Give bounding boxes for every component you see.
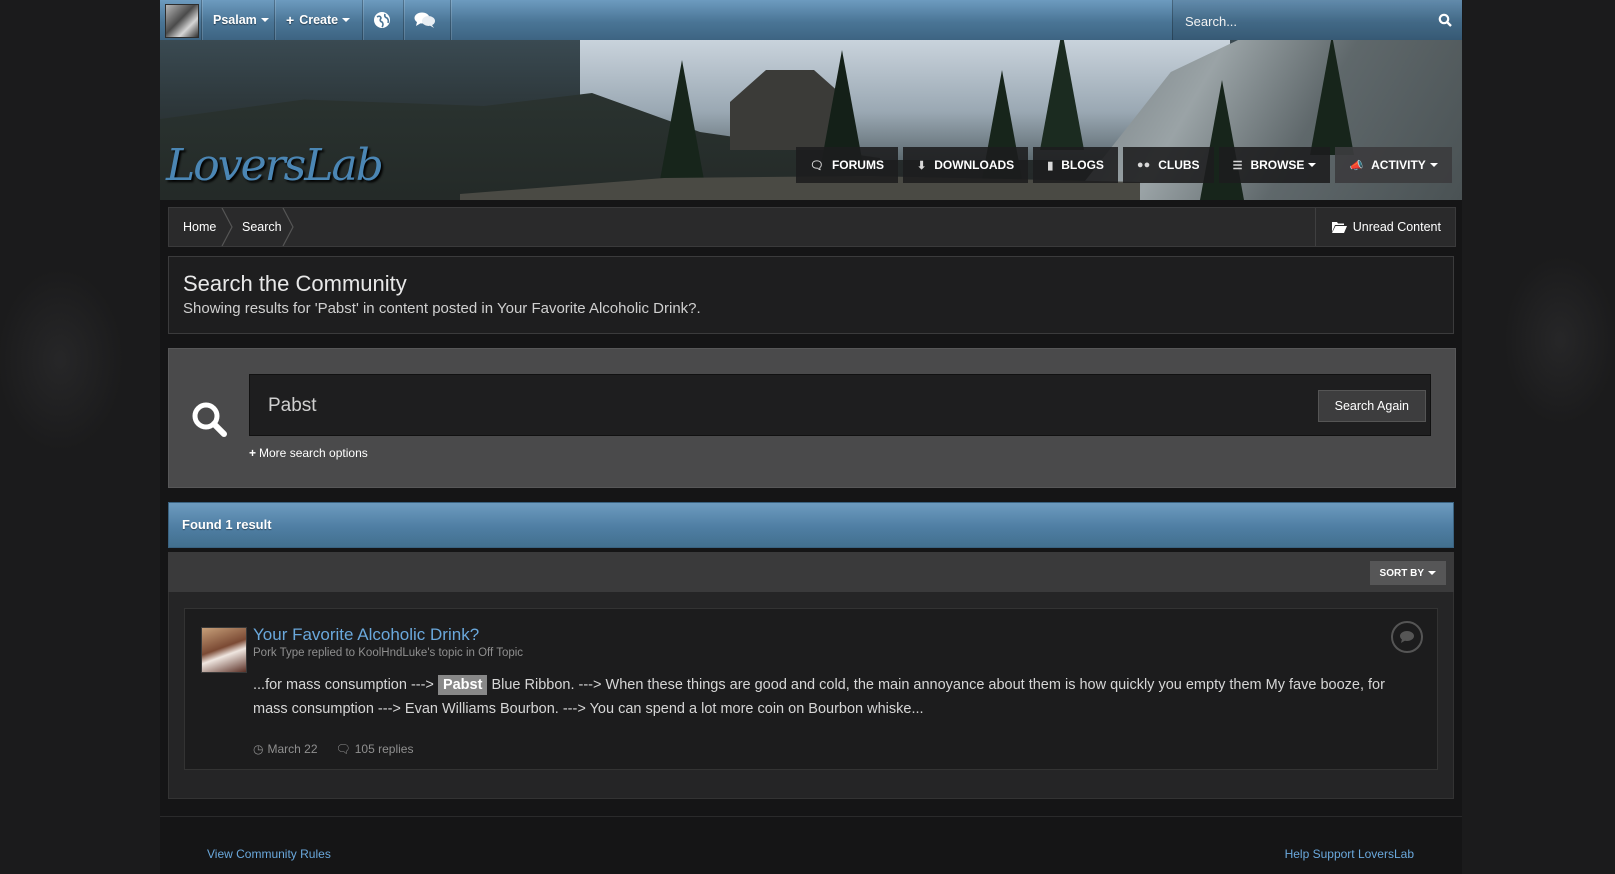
breadcrumb-separator-icon: [221, 208, 233, 246]
book-icon: ▮: [1047, 159, 1054, 172]
search-query-box: Search Again: [249, 374, 1431, 436]
search-again-button[interactable]: Search Again: [1317, 390, 1426, 422]
list-icon: ☰: [1232, 159, 1243, 172]
chevron-down-icon: [1429, 163, 1438, 167]
result-replies: 🗨 105 replies: [336, 742, 414, 756]
sort-bar: SORT BY: [168, 552, 1454, 592]
more-search-options-link[interactable]: + More search options: [249, 446, 368, 460]
global-search: [1172, 0, 1463, 40]
nav-label: CLUBS: [1158, 158, 1200, 172]
clock-icon: ◷: [253, 742, 264, 756]
page-title: Search the Community: [183, 271, 407, 296]
comment-icon: 🗨: [335, 742, 351, 756]
sort-by-button[interactable]: SORT BY: [1369, 561, 1446, 585]
divider: [201, 0, 202, 40]
search-highlight: Pabst: [437, 675, 488, 695]
comments-icon: 🗨: [810, 159, 824, 172]
bullhorn-icon: 📣: [1349, 159, 1364, 172]
breadcrumb-search[interactable]: Search: [242, 208, 282, 246]
result-footer: ◷ March 22 🗨 105 replies: [253, 742, 413, 756]
banner-tree: [1040, 40, 1084, 150]
chevron-down-icon: [342, 18, 351, 22]
results-count: Found 1 result: [182, 517, 272, 532]
page-subtitle: Showing results for 'Pabst' in content p…: [183, 300, 701, 317]
nav-label: BROWSE: [1250, 158, 1305, 172]
result-replies-label: 105 replies: [354, 742, 414, 756]
nav-label: BLOGS: [1061, 158, 1104, 172]
breadcrumb: Home Search Unread Content: [168, 207, 1456, 247]
chevron-down-icon: [260, 18, 269, 22]
nav-label: DOWNLOADS: [934, 158, 1015, 172]
chat-icon: [414, 12, 435, 28]
nav-label: FORUMS: [831, 158, 884, 172]
more-search-options-label: More search options: [259, 446, 368, 460]
unread-content-label: Unread Content: [1352, 220, 1441, 234]
community-rules-link[interactable]: View Community Rules: [207, 847, 331, 861]
user-avatar[interactable]: [165, 4, 199, 38]
breadcrumb-separator-icon: [282, 208, 294, 246]
divider: [274, 0, 275, 40]
search-query-input[interactable]: [266, 391, 1170, 421]
nav-activity[interactable]: 📣 ACTIVITY: [1335, 147, 1452, 183]
chevron-down-icon: [1428, 571, 1436, 575]
topic-type-icon: [1391, 621, 1423, 653]
divider: [403, 0, 404, 40]
user-bar: Psalam + Create: [160, 0, 1463, 41]
create-menu[interactable]: + Create: [286, 0, 351, 40]
search-icon: [1438, 13, 1452, 27]
user-menu[interactable]: Psalam: [213, 0, 269, 40]
chat-bubble-icon: [1400, 631, 1414, 643]
users-icon: ●●: [1136, 159, 1151, 171]
download-icon: ⬇: [916, 159, 927, 172]
create-label: Create: [299, 13, 339, 27]
nav-browse[interactable]: ☰ BROWSE: [1218, 147, 1331, 183]
sort-by-label: SORT BY: [1379, 567, 1424, 579]
search-panel: Search Again +More search options: [168, 348, 1456, 488]
global-search-button[interactable]: [1427, 0, 1463, 40]
nav-downloads[interactable]: ⬇ DOWNLOADS: [902, 147, 1029, 183]
nav-label: ACTIVITY: [1371, 158, 1426, 172]
result-snippet: ...for mass consumption ---> Pabst Blue …: [253, 673, 1413, 721]
folder-open-icon: [1331, 222, 1347, 233]
chevron-down-icon: [1308, 163, 1317, 167]
divider: [362, 0, 363, 40]
nav-forums[interactable]: 🗨 FORUMS: [796, 147, 898, 183]
site-header-banner: LoversLab 🗨 FORUMS ⬇ DOWNLOADS ▮ BLOGS ●…: [160, 40, 1462, 200]
notifications-button[interactable]: [373, 0, 391, 40]
result-date[interactable]: ◷ March 22: [253, 742, 318, 756]
main-nav: 🗨 FORUMS ⬇ DOWNLOADS ▮ BLOGS ●● CLUBS ☰ …: [796, 147, 1452, 187]
result-date-label: March 22: [267, 742, 318, 756]
banner-tree: [1310, 40, 1354, 155]
plus-icon: +: [286, 12, 295, 28]
result-title-link[interactable]: Your Favorite Alcoholic Drink?: [253, 625, 479, 645]
nav-blogs[interactable]: ▮ BLOGS: [1033, 147, 1118, 183]
nav-clubs[interactable]: ●● CLUBS: [1122, 147, 1214, 183]
help-support-link[interactable]: Help Support LoversLab: [1285, 847, 1414, 861]
messages-button[interactable]: [414, 0, 436, 40]
username: Psalam: [213, 13, 257, 27]
breadcrumb-home[interactable]: Home: [183, 208, 216, 246]
page-header: Search the Community Showing results for…: [168, 256, 1454, 334]
results-list: Your Favorite Alcoholic Drink? Pork Type…: [168, 592, 1454, 799]
global-search-input[interactable]: [1183, 10, 1427, 32]
list-item: Your Favorite Alcoholic Drink? Pork Type…: [184, 608, 1438, 770]
site-footer: View Community Rules Help Support Lovers…: [160, 816, 1462, 874]
unread-content-link[interactable]: Unread Content: [1314, 208, 1455, 246]
page-wrapper: Psalam + Create Search... LoversLab 🗨 FO…: [160, 0, 1463, 874]
banner-tree: [660, 60, 704, 180]
divider: [450, 0, 451, 40]
result-meta: Pork Type replied to KoolHndLuke's topic…: [253, 647, 524, 659]
avatar[interactable]: [201, 627, 247, 673]
search-icon: [192, 402, 227, 437]
plus-icon: +: [249, 446, 257, 460]
snippet-text: ...for mass consumption --->: [253, 677, 434, 693]
site-logo[interactable]: LoversLab: [166, 140, 384, 191]
globe-icon: [374, 12, 390, 28]
results-header: Found 1 result: [168, 502, 1454, 548]
